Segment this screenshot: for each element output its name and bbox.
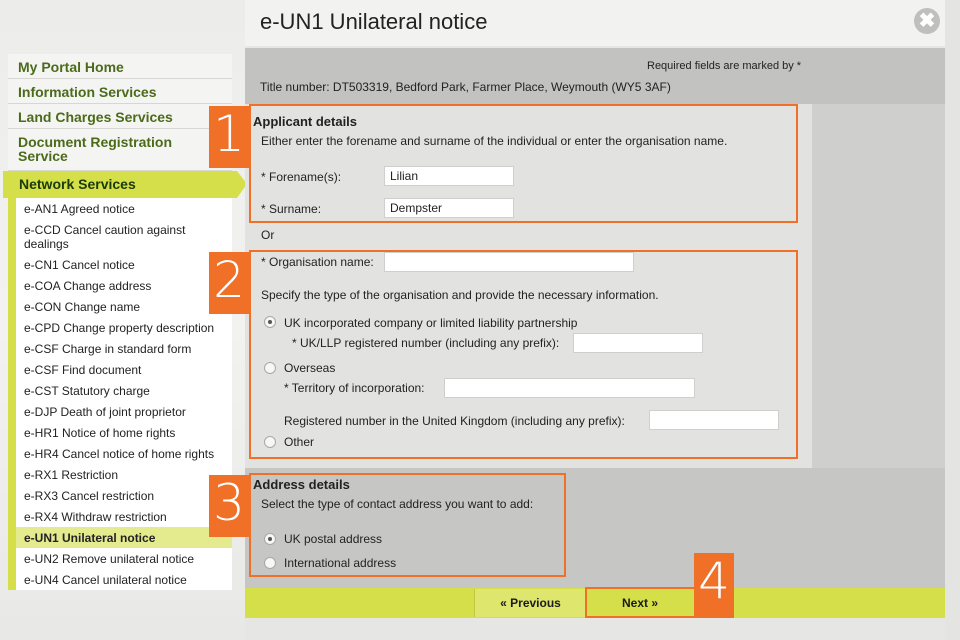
other-radio[interactable] [264,436,276,448]
sub-item-e-ccd[interactable]: e-CCD Cancel caution against dealings [16,219,232,254]
other-label: Other [284,435,315,449]
sub-item-e-hr4[interactable]: e-HR4 Cancel notice of home rights [16,443,232,464]
organisation-name-label: * Organisation name: [261,255,374,269]
callout-badge-1: 1 [209,106,249,168]
form-right-column [812,104,945,468]
territory-field[interactable] [444,378,695,398]
sub-item-e-cst[interactable]: e-CST Statutory charge [16,380,232,401]
forename-field[interactable] [384,166,514,186]
uk-number-label: * UK/LLP registered number (including an… [292,336,560,350]
sub-item-e-rx1[interactable]: e-RX1 Restriction [16,464,232,485]
overseas-radio[interactable] [264,362,276,374]
sidebar-item-network-services[interactable]: Network Services [3,171,247,198]
callout-badge-3: 3 [209,475,249,537]
overseas-label: Overseas [284,361,336,375]
address-heading: Address details [253,477,350,492]
close-icon[interactable]: ✖ [914,8,940,34]
sub-item-e-un1[interactable]: e-UN1 Unilateral notice [16,527,232,548]
surname-field[interactable] [384,198,514,218]
sub-item-e-con[interactable]: e-CON Change name [16,296,232,317]
uk-address-label: UK postal address [284,532,383,546]
required-note: Required fields are marked by * [647,60,802,72]
sidebar-sub-list: e-AN1 Agreed notice e-CCD Cancel caution… [8,198,232,590]
sub-item-e-djp[interactable]: e-DJP Death of joint proprietor [16,401,232,422]
uk-registered-label: Registered number in the United Kingdom … [284,414,625,428]
address-panel [245,468,945,588]
sidebar-item-document-registration[interactable]: Document Registration Service [8,129,232,171]
uk-company-radio[interactable] [264,316,276,328]
title-number: Title number: DT503319, Bedford Park, Fa… [260,80,671,94]
callout-badge-4: 4 [694,553,734,618]
address-instruction: Select the type of contact address you w… [261,497,534,511]
sub-item-e-cpd[interactable]: e-CPD Change property description [16,317,232,338]
sub-item-e-an1[interactable]: e-AN1 Agreed notice [16,198,232,219]
applicant-instruction: Either enter the forename and surname of… [261,134,728,148]
sidebar: My Portal Home Information Services Land… [0,54,247,590]
callout-badge-2: 2 [209,252,249,314]
uk-registered-field[interactable] [649,410,779,430]
surname-label: * Surname: [261,202,322,216]
or-label: Or [261,228,275,242]
next-button[interactable]: Next » [586,589,694,617]
organisation-instruction: Specify the type of the organisation and… [261,288,659,302]
forename-label: * Forename(s): [261,170,342,184]
sidebar-item-information-services[interactable]: Information Services [8,79,232,104]
sub-item-e-csf-find[interactable]: e-CSF Find document [16,359,232,380]
page-title: e-UN1 Unilateral notice [260,9,488,34]
uk-number-field[interactable] [573,333,703,353]
sub-item-e-cn1[interactable]: e-CN1 Cancel notice [16,254,232,275]
sidebar-item-my-portal-home[interactable]: My Portal Home [8,54,232,79]
sub-item-e-csf-charge[interactable]: e-CSF Charge in standard form [16,338,232,359]
background-right [945,0,960,640]
intl-address-radio[interactable] [264,557,276,569]
sub-item-e-coa[interactable]: e-COA Change address [16,275,232,296]
sidebar-item-land-charges-services[interactable]: Land Charges Services [8,104,232,129]
sub-item-e-rx3[interactable]: e-RX3 Cancel restriction [16,485,232,506]
sub-item-e-un4[interactable]: e-UN4 Cancel unilateral notice [16,569,232,590]
sub-item-e-hr1[interactable]: e-HR1 Notice of home rights [16,422,232,443]
applicant-heading: Applicant details [253,114,358,129]
sub-item-e-rx4[interactable]: e-RX4 Withdraw restriction [16,506,232,527]
intl-address-label: International address [284,556,397,570]
info-bar [245,48,945,104]
previous-button[interactable]: « Previous [474,589,586,617]
uk-address-radio[interactable] [264,533,276,545]
sub-item-e-un2[interactable]: e-UN2 Remove unilateral notice [16,548,232,569]
organisation-name-field[interactable] [384,252,634,272]
uk-company-label: UK incorporated company or limited liabi… [284,316,578,330]
territory-label: * Territory of incorporation: [284,381,425,395]
